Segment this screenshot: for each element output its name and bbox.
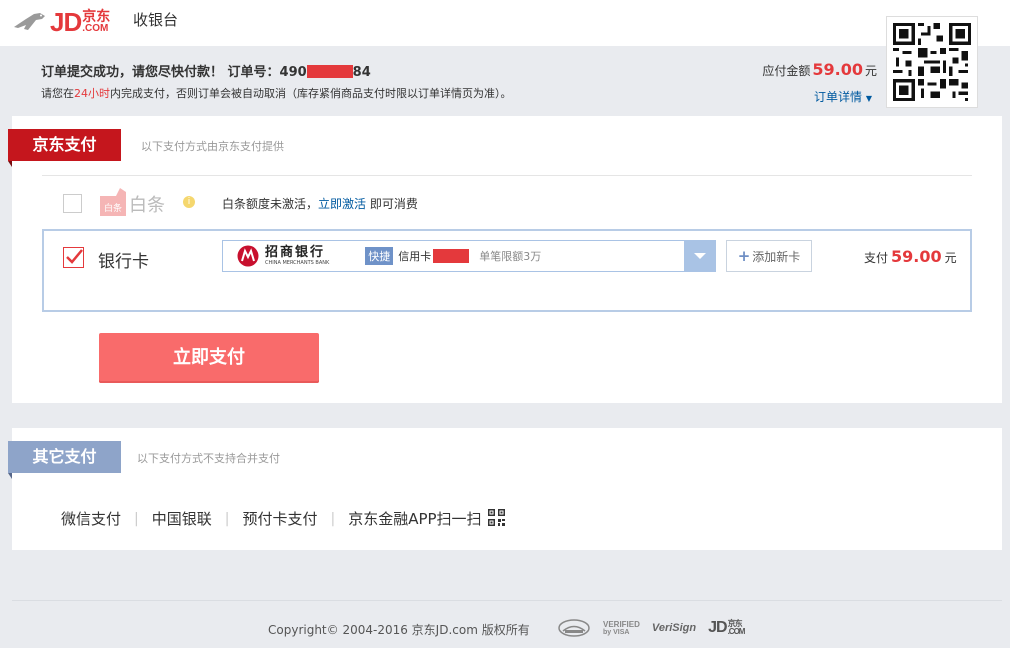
amount-label: 应付金额	[762, 64, 811, 78]
amount-due: 应付金额 59.00 元	[762, 60, 877, 79]
amount-unit: 元	[864, 64, 877, 78]
logo-cn-text: 京东	[82, 9, 111, 25]
other-pay-ribbon: 其它支付	[8, 441, 121, 479]
plus-icon: +	[737, 247, 751, 265]
card-select[interactable]: 招商银行 CHINA MERCHANTS BANK 快捷 信用卡 单笔限额3万	[222, 240, 716, 272]
baitiao-checkbox[interactable]	[63, 194, 82, 213]
qr-scan-icon	[488, 509, 506, 526]
pay-label: 支付	[864, 251, 889, 265]
card-limit: 单笔限额3万	[479, 250, 542, 263]
logo-com-text: .COM	[82, 23, 109, 34]
bank-card-option[interactable]: 银行卡 招商银行 CHINA MERCHANTS BANK 快捷 信用卡 单笔限…	[42, 229, 972, 312]
activate-baitiao-link[interactable]: 立即激活	[318, 197, 366, 211]
qr-code-icon	[893, 23, 971, 101]
pay-unit: 元	[944, 251, 957, 265]
baitiao-desc-suffix: 即可消费	[366, 197, 418, 211]
logo-stack: 京东 .COM	[82, 10, 110, 34]
jd-dog-icon	[14, 13, 45, 30]
jd-footer-stack: 京东 .COM	[727, 620, 746, 636]
baitiao-desc-prefix: 白条额度未激活，	[222, 197, 319, 211]
unionpay-option[interactable]: 中国银联	[152, 508, 212, 529]
order-number-prefix: 490	[279, 65, 307, 80]
bank-logo-cn: 招商银行	[265, 245, 326, 260]
footer-divider	[12, 600, 1002, 601]
jd-pay-ribbon: 京东支付	[8, 129, 121, 167]
other-pay-subtitle: 以下支付方式不支持合并支付	[137, 452, 280, 465]
jd-finance-scan-option[interactable]: 京东金融APP扫一扫	[348, 508, 506, 529]
check-icon	[66, 249, 83, 264]
dropdown-arrow-icon[interactable]	[684, 241, 715, 271]
verified-text: VERIFIED	[603, 619, 640, 629]
copyright: Copyright© 2004-2016 京东JD.com 版权所有	[268, 623, 530, 637]
pay-now-button[interactable]: 立即支付	[99, 333, 319, 383]
separator: |	[330, 510, 336, 527]
verisign-badge: VeriSign	[651, 621, 697, 634]
bank-card-label: 银行卡	[98, 252, 149, 272]
cmb-bank-icon	[237, 245, 259, 267]
qr-code[interactable]	[886, 16, 978, 108]
add-card-button[interactable]: + 添加新卡	[726, 240, 812, 272]
prepaid-card-option[interactable]: 预付卡支付	[242, 508, 317, 529]
bank-pay-amount: 支付 59.00 元	[864, 247, 957, 266]
baitiao-icon-label: 白条	[104, 202, 122, 214]
pay-value: 59.00	[891, 247, 942, 266]
amount-value: 59.00	[812, 60, 863, 79]
baitiao-name: 白条	[129, 195, 165, 216]
page-title: 收银台	[133, 11, 179, 29]
order-submit-message: 订单提交成功，请您尽快付款！ 订单号：490 84	[41, 61, 371, 80]
jd-pay-panel: 京东支付 以下支付方式由京东支付提供 白条 白条 i 白条额度未激活，立即激活 …	[8, 116, 1002, 403]
info-icon[interactable]: i	[183, 196, 195, 208]
add-card-label: 添加新卡	[752, 250, 801, 264]
separator: |	[224, 510, 230, 527]
separator: |	[134, 510, 139, 527]
caret-down-icon: ▼	[865, 94, 872, 103]
jd-finance-scan-label: 京东金融APP扫一扫	[348, 510, 482, 528]
jd-footer-com: .COM	[727, 627, 746, 636]
baitiao-icon: 白条	[100, 188, 126, 216]
bank-card-checkbox[interactable]	[63, 247, 84, 268]
wechat-pay-option[interactable]: 微信支付	[61, 508, 121, 529]
trust-badges: VERIFIED by VISA VeriSign JD 京东 .COM	[557, 618, 746, 638]
jd-logo[interactable]: JD 京东 .COM	[12, 2, 110, 42]
quick-pay-badge: 快捷	[365, 247, 394, 265]
card-number-mask	[433, 249, 470, 263]
divider	[42, 175, 972, 176]
order-number-mask	[306, 65, 353, 78]
jd-footer-logo: JD 京东 .COM	[708, 619, 746, 636]
tip-suffix: 内完成支付，否则订单会被自动取消（库存紧俏商品支付时限以订单详情页为准）。	[110, 87, 512, 100]
order-submit-text: 订单提交成功，请您尽快付款！ 订单号：	[41, 65, 280, 80]
order-detail-label: 订单详情	[814, 90, 863, 104]
by-visa-text: by VISA	[603, 628, 630, 636]
other-pay-options: 微信支付 | 中国银联 | 预付卡支付 | 京东金融APP扫一扫	[61, 508, 506, 529]
order-detail-link[interactable]: 订单详情 ▼	[814, 88, 872, 105]
other-pay-panel: 其它支付 以下支付方式不支持合并支付 微信支付 | 中国银联 | 预付卡支付 |…	[8, 428, 1002, 550]
bank-logo-en: CHINA MERCHANTS BANK	[265, 260, 330, 266]
jd-footer-text: JD	[708, 619, 727, 636]
verified-by-visa-badge: VERIFIED by VISA	[603, 619, 640, 636]
logo-jd-text: JD	[50, 6, 82, 37]
order-number-suffix: 84	[352, 65, 371, 80]
baitiao-description: 白条额度未激活，立即激活 即可消费	[222, 195, 418, 212]
cmb-bank-logo: 招商银行 CHINA MERCHANTS BANK	[265, 246, 329, 266]
tip-hours: 24小时	[74, 87, 110, 100]
top-bar: JD 京东 .COM 收银台	[0, 0, 1010, 46]
payment-deadline-tip: 请您在24小时内完成支付，否则订单会被自动取消（库存紧俏商品支付时限以订单详情页…	[41, 85, 512, 101]
security-badge-icon	[558, 619, 590, 637]
card-type: 信用卡	[398, 250, 432, 263]
jd-pay-subtitle: 以下支付方式由京东支付提供	[141, 140, 284, 153]
tip-prefix: 请您在	[41, 87, 74, 100]
